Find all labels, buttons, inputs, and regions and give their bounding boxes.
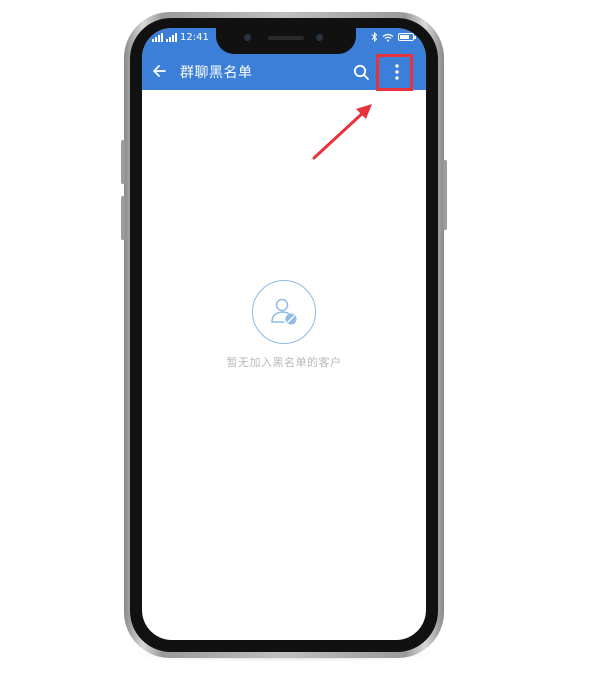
phone-side-button-left-top xyxy=(121,140,125,184)
phone-side-button-left-bottom xyxy=(121,196,125,240)
bluetooth-icon xyxy=(371,32,378,42)
screenshot-stage: 12:41 群聊黑名单 暂无加入黑名单的客户 xyxy=(0,0,600,680)
earpiece-speaker xyxy=(268,36,304,40)
phone-notch xyxy=(216,24,356,54)
signal-icon xyxy=(152,33,163,42)
status-right xyxy=(371,32,416,42)
status-time: 12:41 xyxy=(180,32,209,43)
highlight-box xyxy=(376,54,413,91)
search-button[interactable] xyxy=(348,59,374,85)
signal-icon-2 xyxy=(166,33,177,42)
battery-icon xyxy=(398,33,416,41)
search-icon xyxy=(353,64,369,80)
arrow-left-icon xyxy=(153,65,166,77)
front-camera xyxy=(244,34,251,41)
page-title: 群聊黑名单 xyxy=(180,65,253,81)
user-blocked-icon xyxy=(271,298,297,325)
empty-state: 暂无加入黑名单的客户 xyxy=(142,280,426,370)
empty-state-icon-circle xyxy=(252,280,316,344)
front-sensor xyxy=(316,34,323,41)
phone-screen: 12:41 群聊黑名单 暂无加入黑名单的客户 xyxy=(142,28,426,640)
phone-side-button-right xyxy=(443,160,447,230)
back-button[interactable] xyxy=(146,58,172,84)
wifi-icon xyxy=(382,33,394,41)
status-left: 12:41 xyxy=(152,32,209,43)
empty-state-message: 暂无加入黑名单的客户 xyxy=(226,356,342,369)
pointer-arrow-icon xyxy=(312,104,372,160)
